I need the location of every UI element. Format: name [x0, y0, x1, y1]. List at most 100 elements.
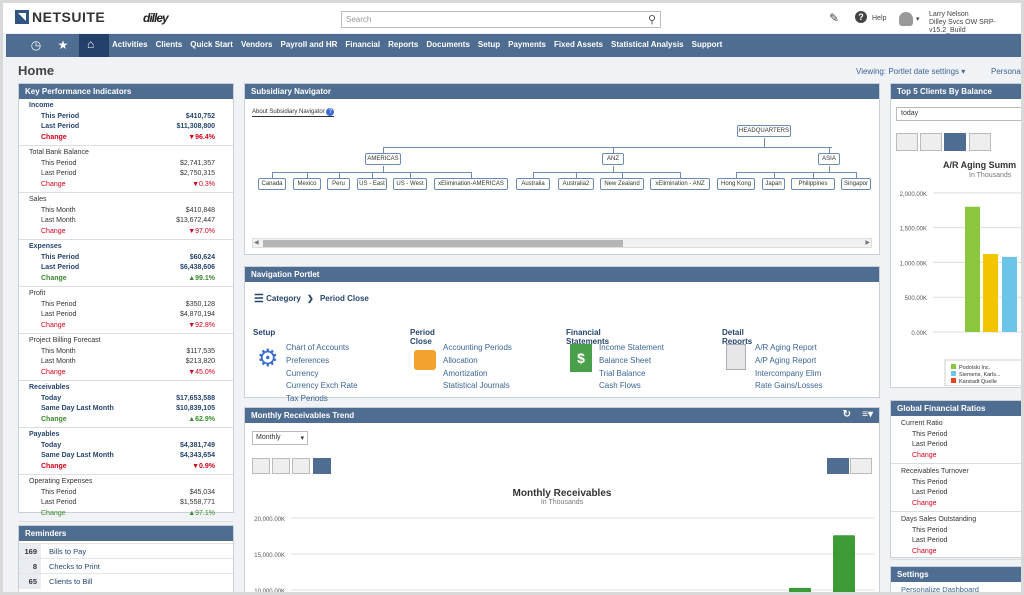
kpi-row-value[interactable]: $117,535: [186, 347, 215, 358]
nav-item-support[interactable]: Support: [692, 40, 723, 49]
navigation-link[interactable]: Accounting Periods: [443, 342, 512, 355]
navigation-link[interactable]: Currency: [286, 368, 358, 381]
kpi-section-name[interactable]: Payables: [29, 430, 59, 441]
org-node-subsidiary[interactable]: Mexico: [293, 178, 321, 190]
navigation-link[interactable]: Preferences: [286, 355, 358, 368]
navigation-link[interactable]: Rate Gains/Losses: [755, 380, 823, 393]
org-node-subsidiary[interactable]: Canada: [258, 178, 286, 190]
kpi-row-value[interactable]: $13,672,447: [176, 216, 215, 227]
org-node-root[interactable]: HEADQUARTERS: [737, 125, 791, 137]
help-icon[interactable]: ?: [855, 11, 867, 23]
kpi-row-value[interactable]: $4,343,654: [180, 451, 215, 462]
org-node-subsidiary[interactable]: Hong Kong: [717, 178, 755, 190]
horizontal-scrollbar[interactable]: ◀ ▶: [252, 238, 872, 248]
scroll-right-icon[interactable]: ▶: [865, 239, 870, 246]
kpi-row-value[interactable]: $45,034: [190, 488, 215, 499]
org-node-subsidiary[interactable]: xElimination - ANZ: [650, 178, 710, 190]
kpi-row-value[interactable]: $2,741,357: [180, 159, 215, 170]
breadcrumb-category[interactable]: Category: [266, 294, 301, 303]
kpi-section-name[interactable]: Expenses: [29, 242, 62, 253]
kpi-row-value[interactable]: $213,820: [186, 357, 215, 368]
pie-chart-icon[interactable]: [968, 133, 991, 151]
trend-curve-icon[interactable]: [850, 458, 872, 474]
area-chart-icon[interactable]: [252, 458, 270, 474]
org-node-region[interactable]: AMERICAS: [365, 153, 401, 165]
scroll-left-icon[interactable]: ◀: [254, 239, 259, 246]
nav-item-fixed-assets[interactable]: Fixed Assets: [554, 40, 603, 49]
org-node-region[interactable]: ASIA: [818, 153, 840, 165]
refresh-icon[interactable]: ↻: [843, 409, 851, 420]
org-node-subsidiary[interactable]: New Zealand: [600, 178, 644, 190]
org-node-subsidiary[interactable]: Peru: [327, 178, 350, 190]
viewing-settings[interactable]: Viewing: Portlet date settings ▾: [856, 67, 965, 76]
reminder-item[interactable]: 169 Bills to Pay: [19, 543, 233, 559]
netsuite-logo[interactable]: NETSUITE: [15, 9, 105, 25]
navigation-link[interactable]: Balance Sheet: [599, 355, 664, 368]
menu-icon[interactable]: ☰: [254, 293, 264, 305]
org-node-subsidiary[interactable]: Australia2: [558, 178, 594, 190]
line-chart-icon[interactable]: [272, 458, 291, 474]
org-node-subsidiary[interactable]: Philippines: [791, 178, 835, 190]
star-icon[interactable]: ★: [52, 38, 74, 52]
scrollbar-thumb[interactable]: [263, 240, 623, 247]
ratio-name[interactable]: Current Ratio: [901, 419, 1021, 430]
navigation-link[interactable]: Cash Flows: [599, 380, 664, 393]
kpi-row-value[interactable]: $6,438,606: [180, 263, 215, 274]
nav-item-activities[interactable]: Activities: [112, 40, 148, 49]
reminder-label[interactable]: Clients to Bill: [49, 574, 92, 589]
org-node-subsidiary[interactable]: US - West: [393, 178, 427, 190]
personalize-link[interactable]: Persona: [991, 67, 1021, 76]
kpi-section-name[interactable]: Total Bank Balance: [29, 148, 89, 159]
nav-item-documents[interactable]: Documents: [426, 40, 470, 49]
nav-item-quick-start[interactable]: Quick Start: [190, 40, 233, 49]
nav-item-payments[interactable]: Payments: [508, 40, 546, 49]
bar-chart-icon[interactable]: [920, 133, 943, 151]
kpi-row-value[interactable]: $11,308,800: [176, 122, 215, 133]
org-node-subsidiary[interactable]: Japan: [762, 178, 785, 190]
top5-filter-input[interactable]: today: [896, 107, 1021, 121]
kpi-row-value[interactable]: $60,624: [190, 253, 215, 264]
chevron-down-icon[interactable]: ▾: [916, 15, 920, 23]
ratio-name[interactable]: Receivables Turnover: [901, 467, 1021, 478]
nav-item-statistical-analysis[interactable]: Statistical Analysis: [611, 40, 684, 49]
help-link[interactable]: Help: [872, 15, 886, 22]
reminder-item[interactable]: 8 Checks to Print: [19, 558, 233, 574]
ratio-name[interactable]: Days Sales Outstanding: [901, 515, 1021, 526]
navigation-link[interactable]: Intercompany Elim: [755, 368, 823, 381]
search-icon[interactable]: ⚲: [648, 13, 656, 26]
navigation-link[interactable]: Currency Exch Rate: [286, 380, 358, 393]
kpi-row-value[interactable]: $410,752: [186, 112, 215, 123]
column-chart-icon[interactable]: [944, 133, 967, 151]
nav-item-payroll-and-hr[interactable]: Payroll and HR: [281, 40, 338, 49]
period-select[interactable]: Monthly ▾: [252, 431, 308, 445]
reminder-label[interactable]: Bills to Pay: [49, 544, 86, 559]
home-tab[interactable]: ⌂: [79, 34, 109, 57]
kpi-row-value[interactable]: $350,128: [186, 300, 215, 311]
navigation-link[interactable]: Statistical Journals: [443, 380, 512, 393]
org-node-subsidiary[interactable]: Singapor: [841, 178, 871, 190]
nav-item-vendors[interactable]: Vendors: [241, 40, 273, 49]
org-node-subsidiary[interactable]: Australia: [516, 178, 550, 190]
navigation-link[interactable]: Amortization: [443, 368, 512, 381]
portlet-menu-icon[interactable]: ≡▾: [862, 409, 873, 420]
navigation-link[interactable]: Tax Periods: [286, 393, 358, 406]
kpi-row-value[interactable]: $1,558,771: [180, 498, 215, 509]
kpi-row-value[interactable]: $4,381,749: [180, 441, 215, 452]
recent-records-icon[interactable]: ✎: [829, 11, 839, 25]
line-chart-icon[interactable]: [896, 133, 918, 151]
kpi-row-value[interactable]: $410,848: [186, 206, 215, 217]
kpi-section-name[interactable]: Project Billing Forecast: [29, 336, 101, 347]
kpi-section-name[interactable]: Receivables: [29, 383, 69, 394]
kpi-row-value[interactable]: $10,839,105: [176, 404, 215, 415]
reminder-label[interactable]: Checks to Print: [49, 559, 100, 574]
nav-item-setup[interactable]: Setup: [478, 40, 500, 49]
navigation-link[interactable]: A/P Aging Report: [755, 355, 823, 368]
navigation-link[interactable]: Trial Balance: [599, 368, 664, 381]
kpi-row-value[interactable]: $4,870,194: [180, 310, 215, 321]
navigation-link[interactable]: A/R Aging Report: [755, 342, 823, 355]
bar-chart-icon[interactable]: [292, 458, 311, 474]
kpi-row-value[interactable]: $2,750,315: [180, 169, 215, 180]
org-node-subsidiary[interactable]: xElimination-AMERICAS: [434, 178, 508, 190]
user-menu[interactable]: Larry Nelson Dilley Svcs OW SRP-v15.2_Bu…: [929, 11, 1021, 35]
personalize-dashboard-link[interactable]: Personalize Dashboard: [891, 582, 1021, 592]
